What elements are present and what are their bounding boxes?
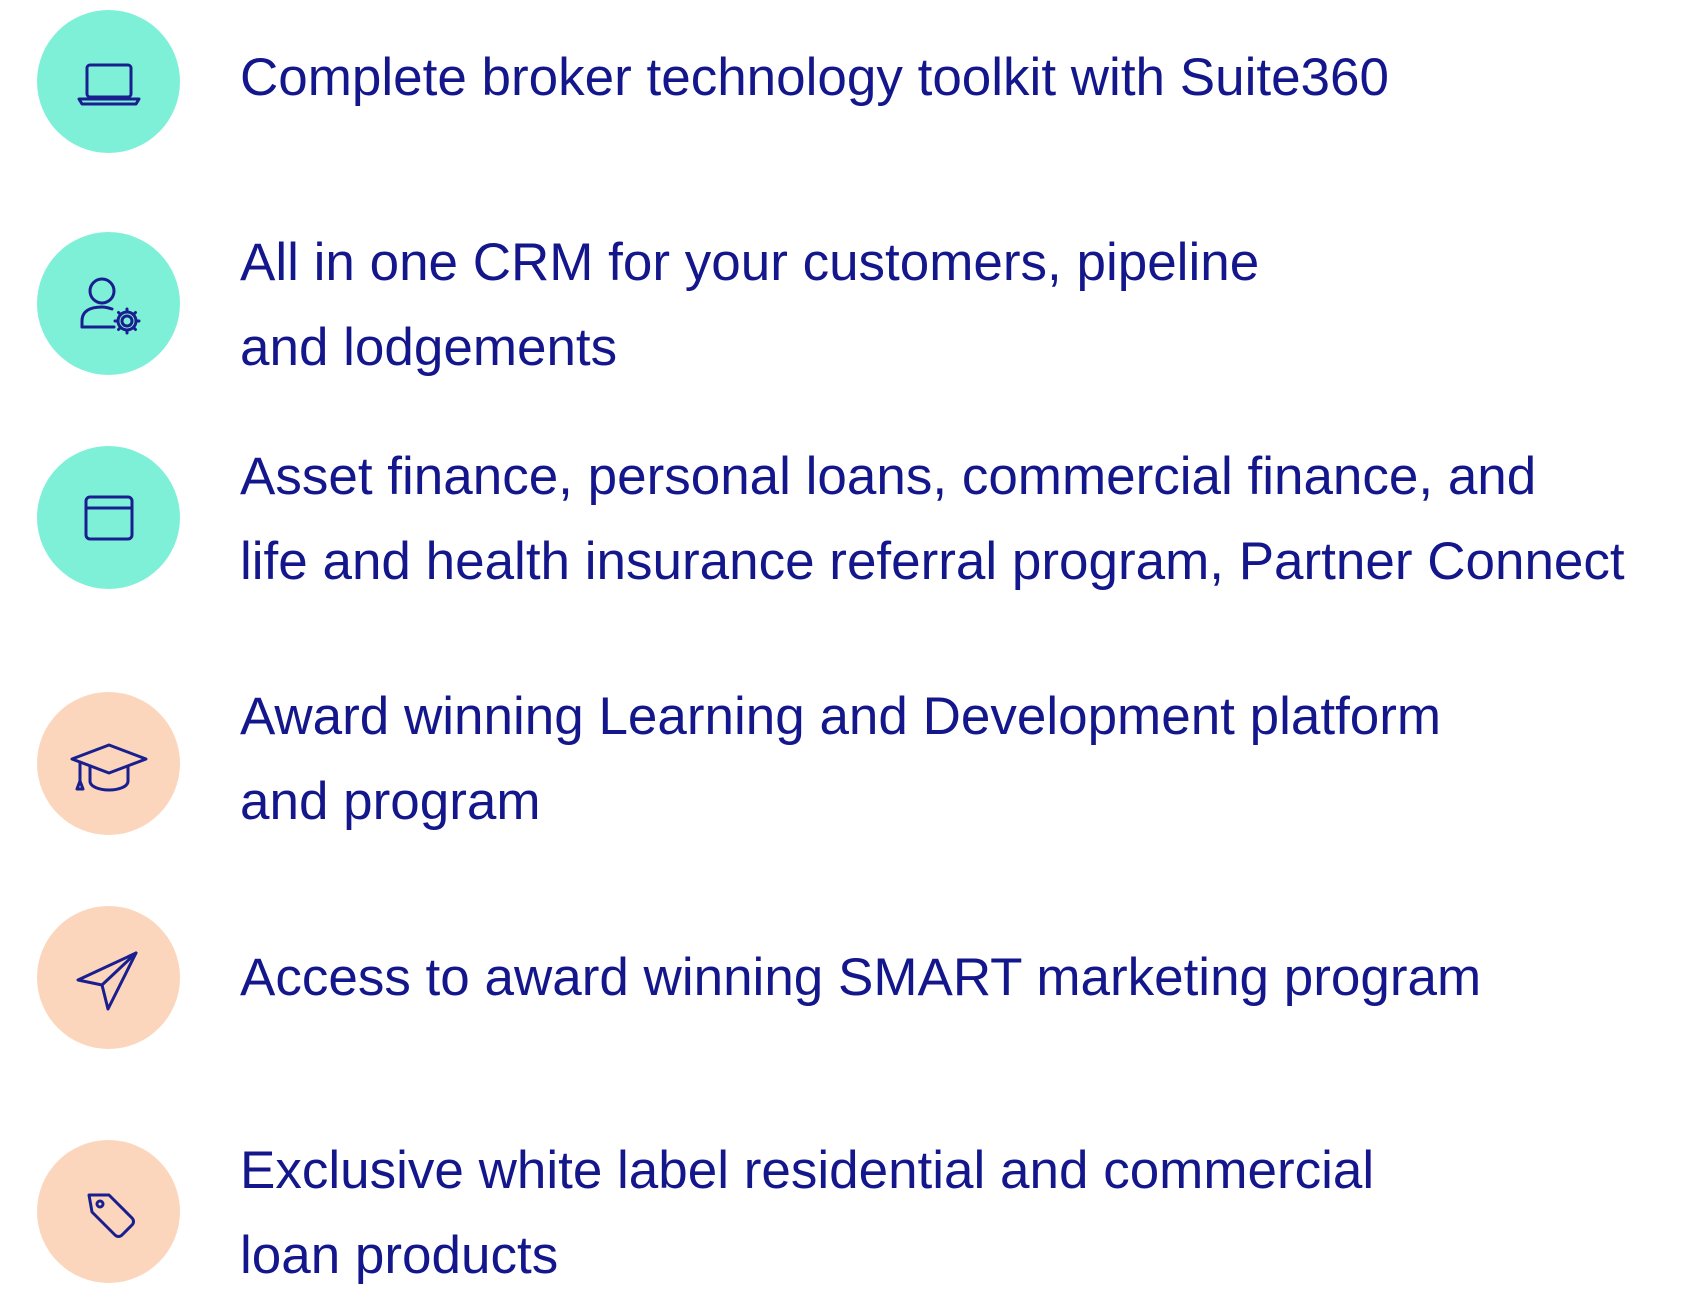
- feature-text: All in one CRM for your customers, pipel…: [240, 220, 1259, 390]
- feature-text: Access to award winning SMART marketing …: [240, 935, 1481, 1020]
- feature-text-line: loan products: [240, 1226, 559, 1285]
- feature-text-line: All in one CRM for your customers, pipel…: [240, 233, 1260, 292]
- icon-circle: [37, 692, 180, 835]
- browser-window-icon: [84, 495, 133, 540]
- feature-text-line: Exclusive white label residential and co…: [240, 1141, 1375, 1200]
- paper-plane-icon: [76, 951, 137, 1010]
- feature-text-line: Asset finance, personal loans, commercia…: [240, 447, 1537, 506]
- feature-text-line: Award winning Learning and Development p…: [240, 687, 1442, 746]
- feature-text: Exclusive white label residential and co…: [240, 1128, 1374, 1298]
- feature-text-line: Complete broker technology toolkit with …: [240, 48, 1389, 107]
- feature-text: Complete broker technology toolkit with …: [240, 35, 1389, 120]
- feature-text: Asset finance, personal loans, commercia…: [240, 434, 1625, 604]
- icon-circle: [37, 232, 180, 375]
- icon-circle: [37, 906, 180, 1049]
- graduation-cap-icon: [70, 743, 147, 791]
- feature-text: Award winning Learning and Development p…: [240, 674, 1441, 844]
- price-tag-icon: [87, 1193, 135, 1238]
- feature-text-line: and program: [240, 772, 541, 831]
- icon-circle: [37, 1140, 180, 1283]
- feature-text-line: life and health insurance referral progr…: [240, 532, 1625, 591]
- icon-circle: [37, 10, 180, 153]
- user-gear-icon: [80, 277, 140, 334]
- feature-text-line: and lodgements: [240, 318, 618, 377]
- laptop-icon: [77, 63, 140, 105]
- feature-text-line: Access to award winning SMART marketing …: [240, 948, 1482, 1007]
- icon-circle: [37, 446, 180, 589]
